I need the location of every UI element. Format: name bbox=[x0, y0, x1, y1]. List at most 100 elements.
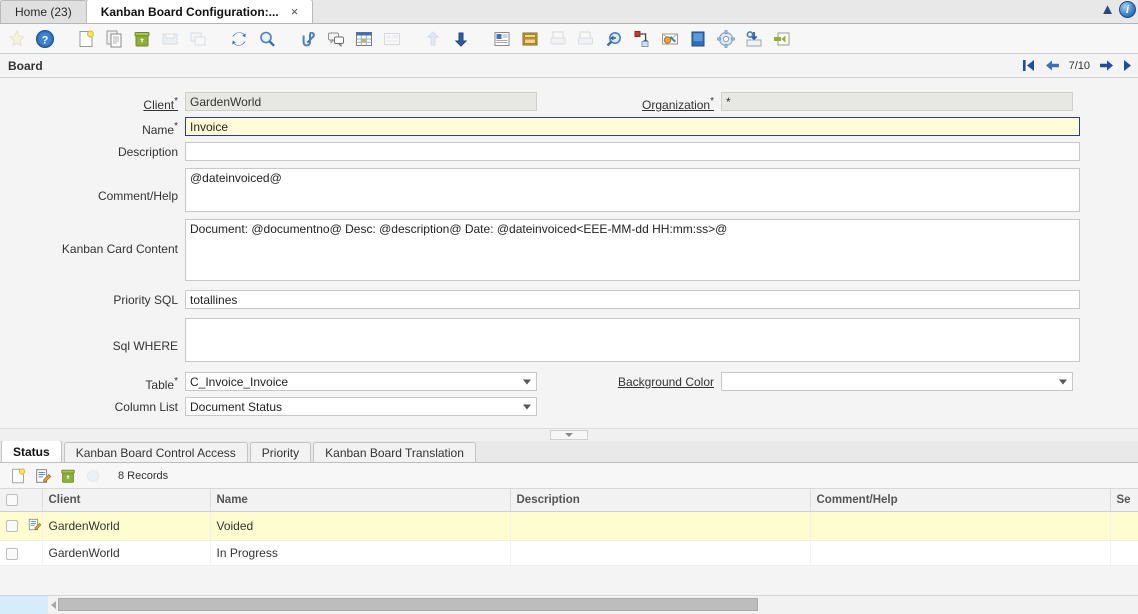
new-record-icon[interactable] bbox=[73, 26, 99, 52]
select-all-checkbox[interactable] bbox=[6, 494, 18, 506]
scrollbar-track[interactable] bbox=[58, 598, 1138, 612]
grid-toolbar: 8 Records bbox=[0, 463, 1138, 489]
undo-icon[interactable] bbox=[185, 26, 211, 52]
information-icon[interactable]: i bbox=[1119, 1, 1136, 18]
edit-record-icon[interactable] bbox=[33, 466, 53, 486]
column-list-select[interactable]: Document Status bbox=[185, 397, 537, 416]
print-icon[interactable] bbox=[545, 26, 571, 52]
scrollbar-thumb[interactable] bbox=[58, 598, 758, 611]
field-label-client[interactable]: Client* bbox=[0, 92, 185, 112]
chat-icon[interactable] bbox=[323, 26, 349, 52]
form-row-kanban-card-content: Kanban Card Content Document: @documentn… bbox=[0, 219, 1138, 281]
print-preview-icon[interactable] bbox=[573, 26, 599, 52]
previous-record-button[interactable] bbox=[1045, 59, 1060, 74]
refresh-icon[interactable] bbox=[226, 26, 252, 52]
collapse-handle[interactable] bbox=[550, 430, 588, 440]
tab-priority[interactable]: Priority bbox=[249, 442, 312, 462]
tab-kanban-board-translation[interactable]: Kanban Board Translation bbox=[313, 442, 476, 462]
comment-help-textarea[interactable]: @dateinvoiced@ bbox=[185, 168, 1080, 212]
main-toolbar: ? bbox=[0, 24, 1138, 54]
column-header-comment-help[interactable]: Comment/Help bbox=[810, 489, 1111, 513]
archive-icon[interactable] bbox=[517, 26, 543, 52]
table-row[interactable]: GardenWorld In Progress bbox=[0, 540, 1138, 567]
chevron-down-icon[interactable] bbox=[523, 379, 531, 384]
scroll-left-arrow[interactable] bbox=[48, 596, 58, 614]
detail-record-icon[interactable] bbox=[448, 26, 474, 52]
field-label-priority-sql: Priority SQL bbox=[113, 293, 178, 307]
record-count-label: 8 Records bbox=[118, 469, 169, 482]
window-tab-label: Home (23) bbox=[15, 5, 72, 19]
sql-where-textarea[interactable] bbox=[185, 318, 1080, 362]
last-record-button[interactable] bbox=[1123, 59, 1136, 74]
delete-record-icon[interactable] bbox=[129, 26, 155, 52]
product-info-icon[interactable] bbox=[685, 26, 711, 52]
chevron-down-icon[interactable] bbox=[1059, 379, 1067, 384]
description-input[interactable] bbox=[185, 142, 1080, 161]
column-header-seq[interactable]: Se bbox=[1110, 489, 1138, 513]
table-select[interactable]: C_Invoice_Invoice bbox=[185, 372, 537, 391]
column-header-name[interactable]: Name bbox=[210, 489, 511, 513]
field-label-organization[interactable]: Organization* bbox=[537, 92, 721, 112]
chevron-down-icon bbox=[565, 433, 573, 437]
zoom-window-icon[interactable] bbox=[601, 26, 627, 52]
exit-icon[interactable] bbox=[769, 26, 795, 52]
select-all-header[interactable] bbox=[0, 489, 43, 513]
table-row[interactable]: GardenWorld Voided bbox=[0, 511, 1138, 542]
request-icon[interactable] bbox=[741, 26, 767, 52]
field-label-comment-help: Comment/Help bbox=[97, 189, 178, 203]
window-header-row: Board 7/10 bbox=[0, 54, 1138, 78]
chevron-down-icon[interactable] bbox=[523, 404, 531, 409]
export-icon[interactable] bbox=[629, 26, 655, 52]
field-label-kanban-card-content: Kanban Card Content bbox=[61, 242, 178, 256]
delete-record-icon[interactable] bbox=[58, 466, 78, 486]
copy-record-icon[interactable] bbox=[101, 26, 127, 52]
column-header-description[interactable]: Description bbox=[510, 489, 811, 513]
preference-icon[interactable] bbox=[713, 26, 739, 52]
new-record-icon[interactable] bbox=[8, 466, 28, 486]
client-field: GardenWorld bbox=[185, 92, 537, 111]
window-tab-home[interactable]: Home (23) bbox=[0, 0, 87, 23]
close-icon[interactable]: × bbox=[291, 4, 299, 19]
toolbar-separator-4 bbox=[407, 26, 418, 52]
row-select-cell[interactable] bbox=[0, 511, 43, 542]
record-form: Client* GardenWorld Organization* * Name… bbox=[0, 78, 1138, 441]
chevron-up-icon[interactable]: ▲ bbox=[1100, 2, 1115, 17]
row-checkbox[interactable] bbox=[6, 547, 18, 560]
column-header-client[interactable]: Client bbox=[42, 489, 211, 513]
cell-comment-help bbox=[810, 511, 1111, 542]
form-row-client-organization: Client* GardenWorld Organization* * bbox=[0, 92, 1138, 112]
email-icon[interactable] bbox=[657, 26, 683, 52]
form-collapse-strip[interactable] bbox=[0, 428, 1138, 441]
cell-client: GardenWorld bbox=[42, 540, 211, 567]
first-record-button[interactable] bbox=[1021, 59, 1036, 74]
window-tab-kanban-board-configuration[interactable]: Kanban Board Configuration:... × bbox=[85, 0, 314, 23]
find-icon[interactable] bbox=[254, 26, 280, 52]
parent-record-icon[interactable] bbox=[420, 26, 446, 52]
tab-kanban-board-control-access[interactable]: Kanban Board Control Access bbox=[63, 442, 248, 462]
page-indicator: 7/10 bbox=[1068, 60, 1090, 72]
field-label-table: Table* bbox=[145, 376, 178, 392]
next-record-button[interactable] bbox=[1099, 59, 1114, 74]
tab-status[interactable]: Status bbox=[1, 440, 62, 462]
edit-record-icon[interactable] bbox=[27, 517, 41, 535]
grid-toggle-icon[interactable] bbox=[351, 26, 377, 52]
save-record-icon[interactable] bbox=[157, 26, 183, 52]
zoom-across-icon[interactable] bbox=[4, 26, 30, 52]
help-icon[interactable]: ? bbox=[32, 26, 58, 52]
report-icon[interactable] bbox=[489, 26, 515, 52]
attachment-icon[interactable] bbox=[295, 26, 321, 52]
field-label-background-color[interactable]: Background Color bbox=[537, 372, 721, 389]
svg-text:?: ? bbox=[42, 34, 49, 46]
cell-comment-help bbox=[810, 540, 1111, 567]
row-select-cell[interactable] bbox=[0, 540, 43, 567]
form-row-comment-help: Comment/Help @dateinvoiced@ bbox=[0, 168, 1138, 212]
form-toggle-icon[interactable] bbox=[379, 26, 405, 52]
priority-sql-input[interactable]: totallines bbox=[185, 290, 1080, 309]
row-checkbox[interactable] bbox=[6, 520, 18, 533]
kanban-card-content-textarea[interactable]: Document: @documentno@ Desc: @descriptio… bbox=[185, 219, 1080, 281]
form-row-name: Name* Invoice bbox=[0, 117, 1138, 137]
name-input[interactable]: Invoice bbox=[185, 117, 1080, 136]
background-color-select[interactable] bbox=[721, 372, 1073, 391]
horizontal-scrollbar[interactable] bbox=[0, 595, 1138, 614]
toolbar-separator-5 bbox=[476, 26, 487, 52]
